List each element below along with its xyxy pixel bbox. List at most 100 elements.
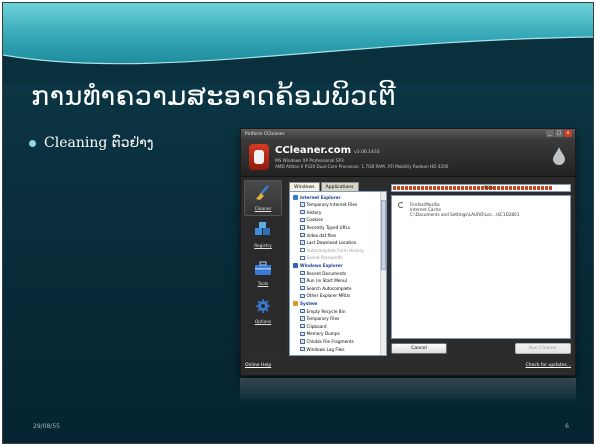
tree-group-header[interactable]: Internet Explorer	[290, 194, 341, 200]
tree-scrollbar-thumb[interactable]	[381, 200, 386, 270]
tree-label: Index.dat files	[306, 232, 337, 238]
checkbox[interactable]: ✓	[300, 293, 305, 299]
checkbox[interactable]: ✓	[300, 240, 305, 245]
brand-name: CCleaner.com	[275, 145, 352, 156]
tree-label: Recent Documents	[306, 270, 347, 276]
checkbox[interactable]: ✓	[300, 323, 305, 329]
checkbox[interactable]: ✓	[300, 270, 305, 276]
sidebar-item-tools[interactable]: Tools	[244, 256, 282, 292]
checkbox[interactable]: ✓	[300, 202, 305, 207]
progress-bar: 91%	[391, 184, 571, 192]
tree-label: Other Explorer MRUs	[306, 293, 351, 299]
category-icon	[293, 300, 298, 306]
tree-label: Chkdsk File Fragments	[306, 338, 354, 344]
tree-label: Windows Log Files	[306, 346, 345, 352]
results-list: Firefox/Mozilla Internet Cache C:\Docume…	[391, 195, 571, 339]
tree-item[interactable]: ✓ Temporary Files	[290, 316, 339, 322]
bullet-text: Cleaning ຕົວຢ່າງ	[44, 135, 154, 151]
tree-item[interactable]: ✓ Memory Dumps	[290, 331, 340, 337]
checkbox[interactable]: ✓	[300, 225, 305, 230]
maximize-button[interactable]: □	[555, 130, 563, 137]
sidebar-item-options[interactable]: Options	[244, 294, 282, 330]
tree-label: Windows Explorer	[300, 262, 343, 268]
progress-bar-fill	[393, 186, 554, 190]
tree-label: Run (in Start Menu)	[306, 278, 348, 284]
checkbox[interactable]: ✓	[300, 308, 305, 314]
checkbox[interactable]	[300, 247, 305, 253]
checkbox[interactable]: ✓	[300, 217, 305, 223]
checkbox[interactable]: ✓	[300, 232, 305, 238]
checkbox[interactable]: ✓	[300, 209, 305, 215]
tree-item[interactable]: ✓ Search Autocomplete	[290, 285, 352, 291]
tree-label: Clipboard	[306, 323, 327, 329]
minimize-button[interactable]: _	[546, 130, 554, 137]
close-button[interactable]: x	[564, 130, 572, 137]
checkbox[interactable]: ✓	[300, 346, 305, 352]
checkbox[interactable]: ✓	[300, 316, 305, 321]
progress-percent: 91%	[484, 186, 494, 191]
tree-item[interactable]: ✓ Windows Log Files	[290, 346, 345, 352]
slide-title: ການທຳຄວາມສະອາດຄ້ອມພິວເຕີ	[31, 81, 397, 112]
tree-item[interactable]: ✓ Cookies	[290, 217, 323, 223]
tree-item[interactable]: ✓ Temporary Internet Files	[290, 202, 357, 208]
cleaner-main-panel: Windows Applications Internet Explorer ✓ T…	[287, 182, 573, 358]
tree-label: History	[306, 209, 322, 215]
window-reflection	[240, 378, 576, 404]
tree-item[interactable]: ✓ Empty Recycle Bin	[290, 308, 345, 314]
sidebar-label-registry: Registry	[254, 244, 272, 249]
gear-icon	[256, 299, 270, 313]
tree-item[interactable]: Saved Passwords	[290, 255, 343, 261]
tree-label: Recently Typed URLs	[306, 224, 351, 230]
tree-group-header[interactable]: System	[290, 300, 317, 306]
run-cleaner-button[interactable]: Run Cleaner	[515, 343, 571, 354]
toolbox-icon	[255, 261, 271, 275]
window-titlebar: Piriform CCleaner _ □ x	[241, 129, 575, 139]
registry-cubes-icon	[255, 222, 270, 235]
tree-label: Saved Passwords	[306, 255, 343, 261]
checkbox[interactable]: ✓	[300, 339, 305, 344]
broom-icon	[256, 185, 269, 200]
sidebar-item-cleaner[interactable]: Cleaner	[244, 180, 282, 216]
cancel-button[interactable]: Cancel	[391, 343, 447, 354]
slide-page-number: 6	[565, 423, 569, 430]
tree-label: Empty Recycle Bin	[306, 308, 346, 314]
system-hardware-info: AMD Athlon II P320 Dual-Core Processor, …	[275, 164, 449, 169]
app-footer: Online Help Check for updates...	[241, 361, 575, 373]
tree-label: Memory Dumps	[306, 331, 340, 337]
tree-item[interactable]: ✓ Run (in Start Menu)	[290, 278, 347, 284]
tree-scrollbar[interactable]	[380, 192, 386, 355]
bullet-point: Cleaning ຕົວຢ່າງ	[29, 135, 154, 151]
tree-item[interactable]: ✓ Clipboard	[290, 323, 327, 329]
tree-item[interactable]: ✓ Last Download Location	[290, 240, 356, 246]
tree-item[interactable]: ✓ Other Explorer MRUs	[290, 293, 350, 299]
window-title: Piriform CCleaner	[245, 131, 285, 137]
sidebar: Cleaner Registry Tools Options	[241, 178, 285, 353]
tree-item[interactable]: Autocomplete Form History	[290, 247, 364, 253]
tree-label: Search Autocomplete	[306, 285, 352, 291]
banner-swoosh-decoration	[3, 36, 593, 83]
tree-item[interactable]: ✓ Index.dat files	[290, 232, 336, 238]
checkbox[interactable]	[300, 255, 305, 261]
tree-label: Cookies	[306, 217, 323, 223]
checkbox[interactable]: ✓	[300, 285, 305, 291]
result-line: C:\Documents and Settings\LAURO\Loc...\4…	[410, 212, 520, 217]
slide-date: 29/08/55	[33, 423, 60, 430]
category-icon	[293, 194, 298, 200]
online-help-link[interactable]: Online Help	[245, 363, 271, 368]
ccleaner-window: Piriform CCleaner _ □ x CCleaner.com v3.0…	[240, 128, 576, 376]
checkbox[interactable]: ✓	[300, 331, 305, 337]
tree-item[interactable]: ✓ Recent Documents	[290, 270, 346, 276]
system-os-info: MS Windows XP Professional SP3	[275, 158, 344, 163]
tree-item[interactable]: ✓ Chkdsk File Fragments	[290, 338, 354, 344]
version-label: v3.06.1433	[354, 150, 380, 155]
app-header: CCleaner.com v3.06.1433 MS Windows XP Pro…	[241, 139, 575, 177]
checkbox[interactable]: ✓	[300, 278, 305, 283]
sidebar-label-cleaner: Cleaner	[254, 207, 272, 212]
sidebar-item-registry[interactable]: Registry	[244, 218, 282, 254]
tree-item[interactable]: ✓ History	[290, 209, 321, 215]
check-updates-link[interactable]: Check for updates...	[526, 363, 571, 368]
water-drop-icon	[553, 147, 565, 165]
tree-item[interactable]: ✓ Recently Typed URLs	[290, 224, 350, 230]
ccleaner-logo-icon	[249, 144, 269, 170]
tree-group-header[interactable]: Windows Explorer	[290, 262, 343, 268]
